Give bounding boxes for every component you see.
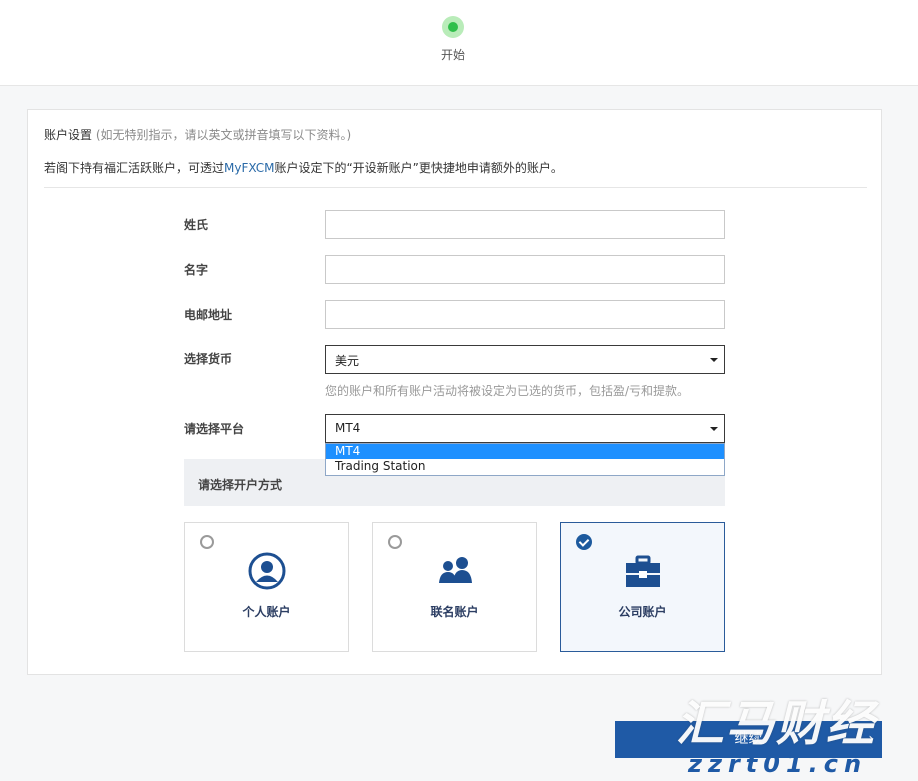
first-name-input[interactable]: [325, 255, 725, 284]
continue-button[interactable]: 继续 ›: [615, 721, 882, 758]
last-name-label: 姓氏: [184, 218, 209, 232]
intro-title-note: (如无特别指示，请以英文或拼音填写以下资料。): [92, 128, 352, 142]
platform-option-mt4[interactable]: MT4: [326, 444, 724, 459]
radio-unselected-icon[interactable]: [388, 535, 402, 549]
intro-text-before: 若阁下持有福汇活跃账户，可透过: [44, 161, 225, 175]
account-option-label: 公司账户: [618, 605, 667, 619]
email-input[interactable]: [325, 300, 725, 329]
chevron-down-icon: [710, 358, 718, 362]
myfxcm-link[interactable]: MyFXCM: [224, 161, 274, 175]
platform-label: 请选择平台: [184, 422, 245, 436]
platform-select-value: MT4: [335, 421, 361, 435]
currency-select-value: 美元: [335, 354, 360, 368]
account-option-joint[interactable]: 联名账户: [372, 522, 537, 652]
currency-hint: 您的账户和所有账户活动将被设定为已选的货币，包括盈/亏和提款。: [325, 384, 690, 398]
account-option-individual[interactable]: 个人账户: [184, 522, 349, 652]
briefcase-icon: [626, 555, 660, 587]
intro-title-text: 账户设置: [44, 128, 93, 142]
continue-button-label: 继续: [734, 731, 763, 747]
account-option-corporate[interactable]: 公司账户: [560, 522, 725, 652]
intro-text-after: 账户设定下的“开设新账户”更快捷地申请额外的账户。: [274, 161, 563, 175]
person-icon: [248, 552, 286, 590]
account-type-title: 请选择开户方式: [198, 478, 283, 492]
currency-label: 选择货币: [184, 352, 233, 366]
platform-select[interactable]: MT4: [325, 414, 725, 443]
intro-description: 若阁下持有福汇活跃账户，可透过MyFXCM账户设定下的“开设新账户”更快捷地申请…: [44, 159, 563, 176]
radio-unselected-icon[interactable]: [200, 535, 214, 549]
last-name-input[interactable]: [325, 210, 725, 239]
divider: [44, 187, 867, 188]
first-name-label: 名字: [184, 263, 209, 277]
account-option-label: 个人账户: [242, 605, 291, 619]
account-option-label: 联名账户: [430, 605, 479, 619]
checkmark-selected-icon[interactable]: [576, 534, 592, 550]
intro-title: 账户设置 (如无特别指示，请以英文或拼音填写以下资料。): [44, 126, 351, 143]
two-people-icon: [439, 557, 472, 583]
account-setup-card: 账户设置 (如无特别指示，请以英文或拼音填写以下资料。) 若阁下持有福汇活跃账户…: [27, 109, 882, 675]
progress-header: 开始: [0, 0, 918, 86]
email-label: 电邮地址: [184, 308, 233, 322]
chevron-down-icon: [710, 427, 718, 431]
platform-dropdown-list: MT4 Trading Station: [325, 443, 725, 476]
step-label: 开始: [440, 48, 465, 62]
chevron-right-icon: ›: [868, 731, 874, 747]
currency-select[interactable]: 美元: [325, 345, 725, 374]
platform-option-trading-station[interactable]: Trading Station: [326, 459, 724, 474]
step-indicator-icon: [442, 16, 464, 38]
